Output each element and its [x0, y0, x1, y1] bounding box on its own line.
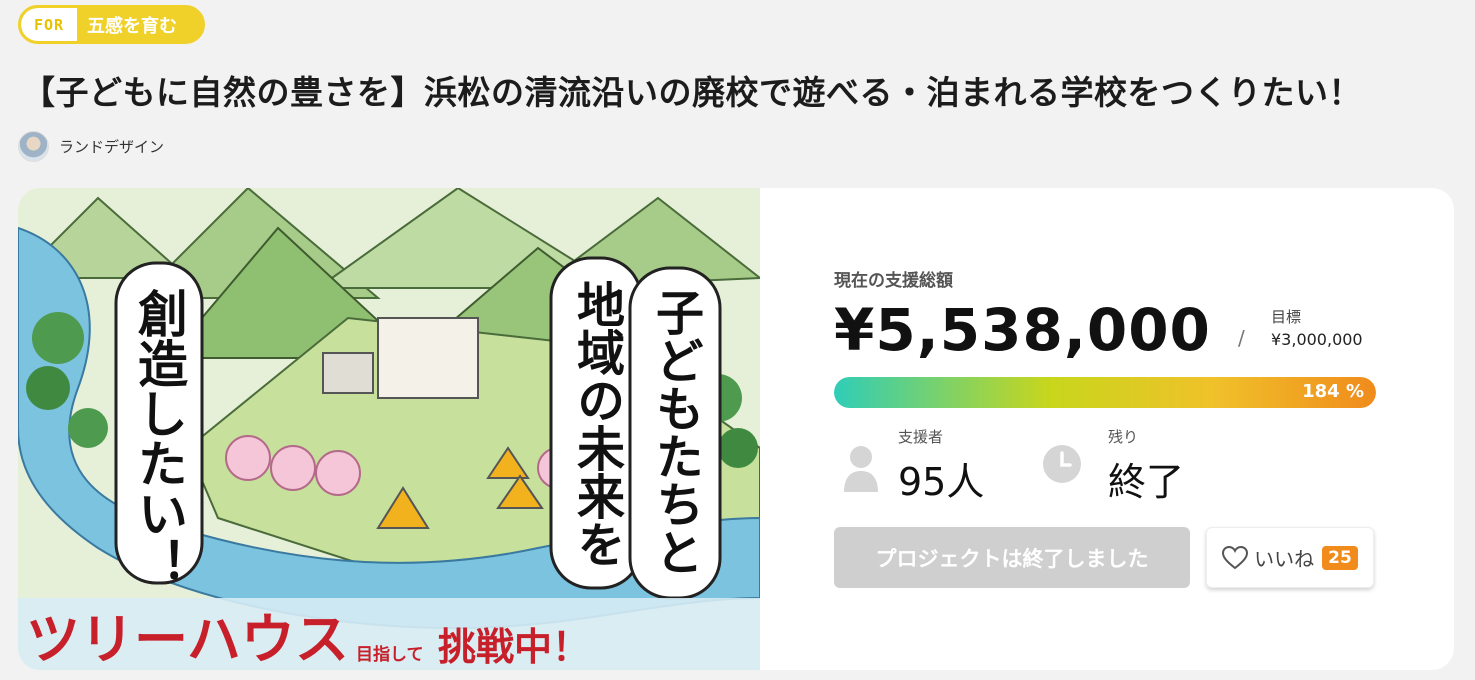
avatar	[18, 131, 49, 162]
owner-name: ランドデザイン	[59, 138, 165, 156]
progress-percent: 184 %	[1302, 381, 1364, 402]
person-icon	[844, 446, 878, 492]
heart-icon	[1222, 545, 1249, 569]
clock-icon	[1043, 445, 1081, 483]
progress-fill	[834, 377, 1376, 408]
backers-value: 95人	[898, 460, 985, 504]
like-count: 25	[1322, 545, 1358, 570]
project-ended-button[interactable]: プロジェクトは終了しました	[834, 527, 1190, 588]
hero-vertical-text-3: 創造したい！	[130, 288, 188, 588]
hero-vertical-text-2: 地域の未来を	[568, 280, 625, 568]
remaining-value: 終了	[1108, 460, 1185, 504]
goal-label: 目標	[1271, 308, 1302, 326]
total-amount: ¥5,538,000	[834, 296, 1211, 364]
like-label: いいね	[1254, 547, 1315, 571]
category-tag[interactable]: FOR 五感を育む	[18, 5, 205, 44]
remaining-stat: 残り 終了	[1042, 426, 1184, 506]
like-button[interactable]: いいね 25	[1206, 527, 1374, 588]
hero-banner-end: 挑戦中！	[438, 625, 590, 669]
progress-bar: 184 %	[834, 377, 1376, 408]
backers-label: 支援者	[898, 428, 944, 446]
goal-amount: ¥3,000,000	[1271, 330, 1363, 349]
hero-banner-big: ツリーハウス	[26, 608, 349, 670]
funding-stats: 現在の支援総額 ¥5,538,000 / 目標 ¥3,000,000 184 %…	[834, 188, 1394, 670]
for-label: FOR	[21, 8, 77, 41]
hero-illustration: 創造したい！ 地域の未来を 子どもたちと ツリーハウス 目指して 挑戦中！	[18, 188, 760, 670]
backers-stat: 支援者 95人	[842, 426, 984, 506]
hero-vertical-text-1: 子どもたちと	[647, 288, 703, 576]
project-card: 創造したい！ 地域の未来を 子どもたちと ツリーハウス 目指して 挑戦中！ 現在…	[18, 188, 1454, 670]
category-text: 五感を育む	[87, 15, 177, 37]
project-title: 【子どもに自然の豊さを】浜松の清流沿いの廃校で遊べる・泊まれる学校をつくりたい！	[22, 73, 1362, 112]
amount-divider: /	[1238, 326, 1245, 350]
hero-banner-small: 目指して	[356, 644, 424, 665]
remaining-label: 残り	[1108, 428, 1139, 446]
total-label: 現在の支援総額	[834, 271, 953, 291]
hero-image: 創造したい！ 地域の未来を 子どもたちと ツリーハウス 目指して 挑戦中！	[18, 188, 760, 670]
project-owner[interactable]: ランドデザイン	[18, 131, 164, 162]
